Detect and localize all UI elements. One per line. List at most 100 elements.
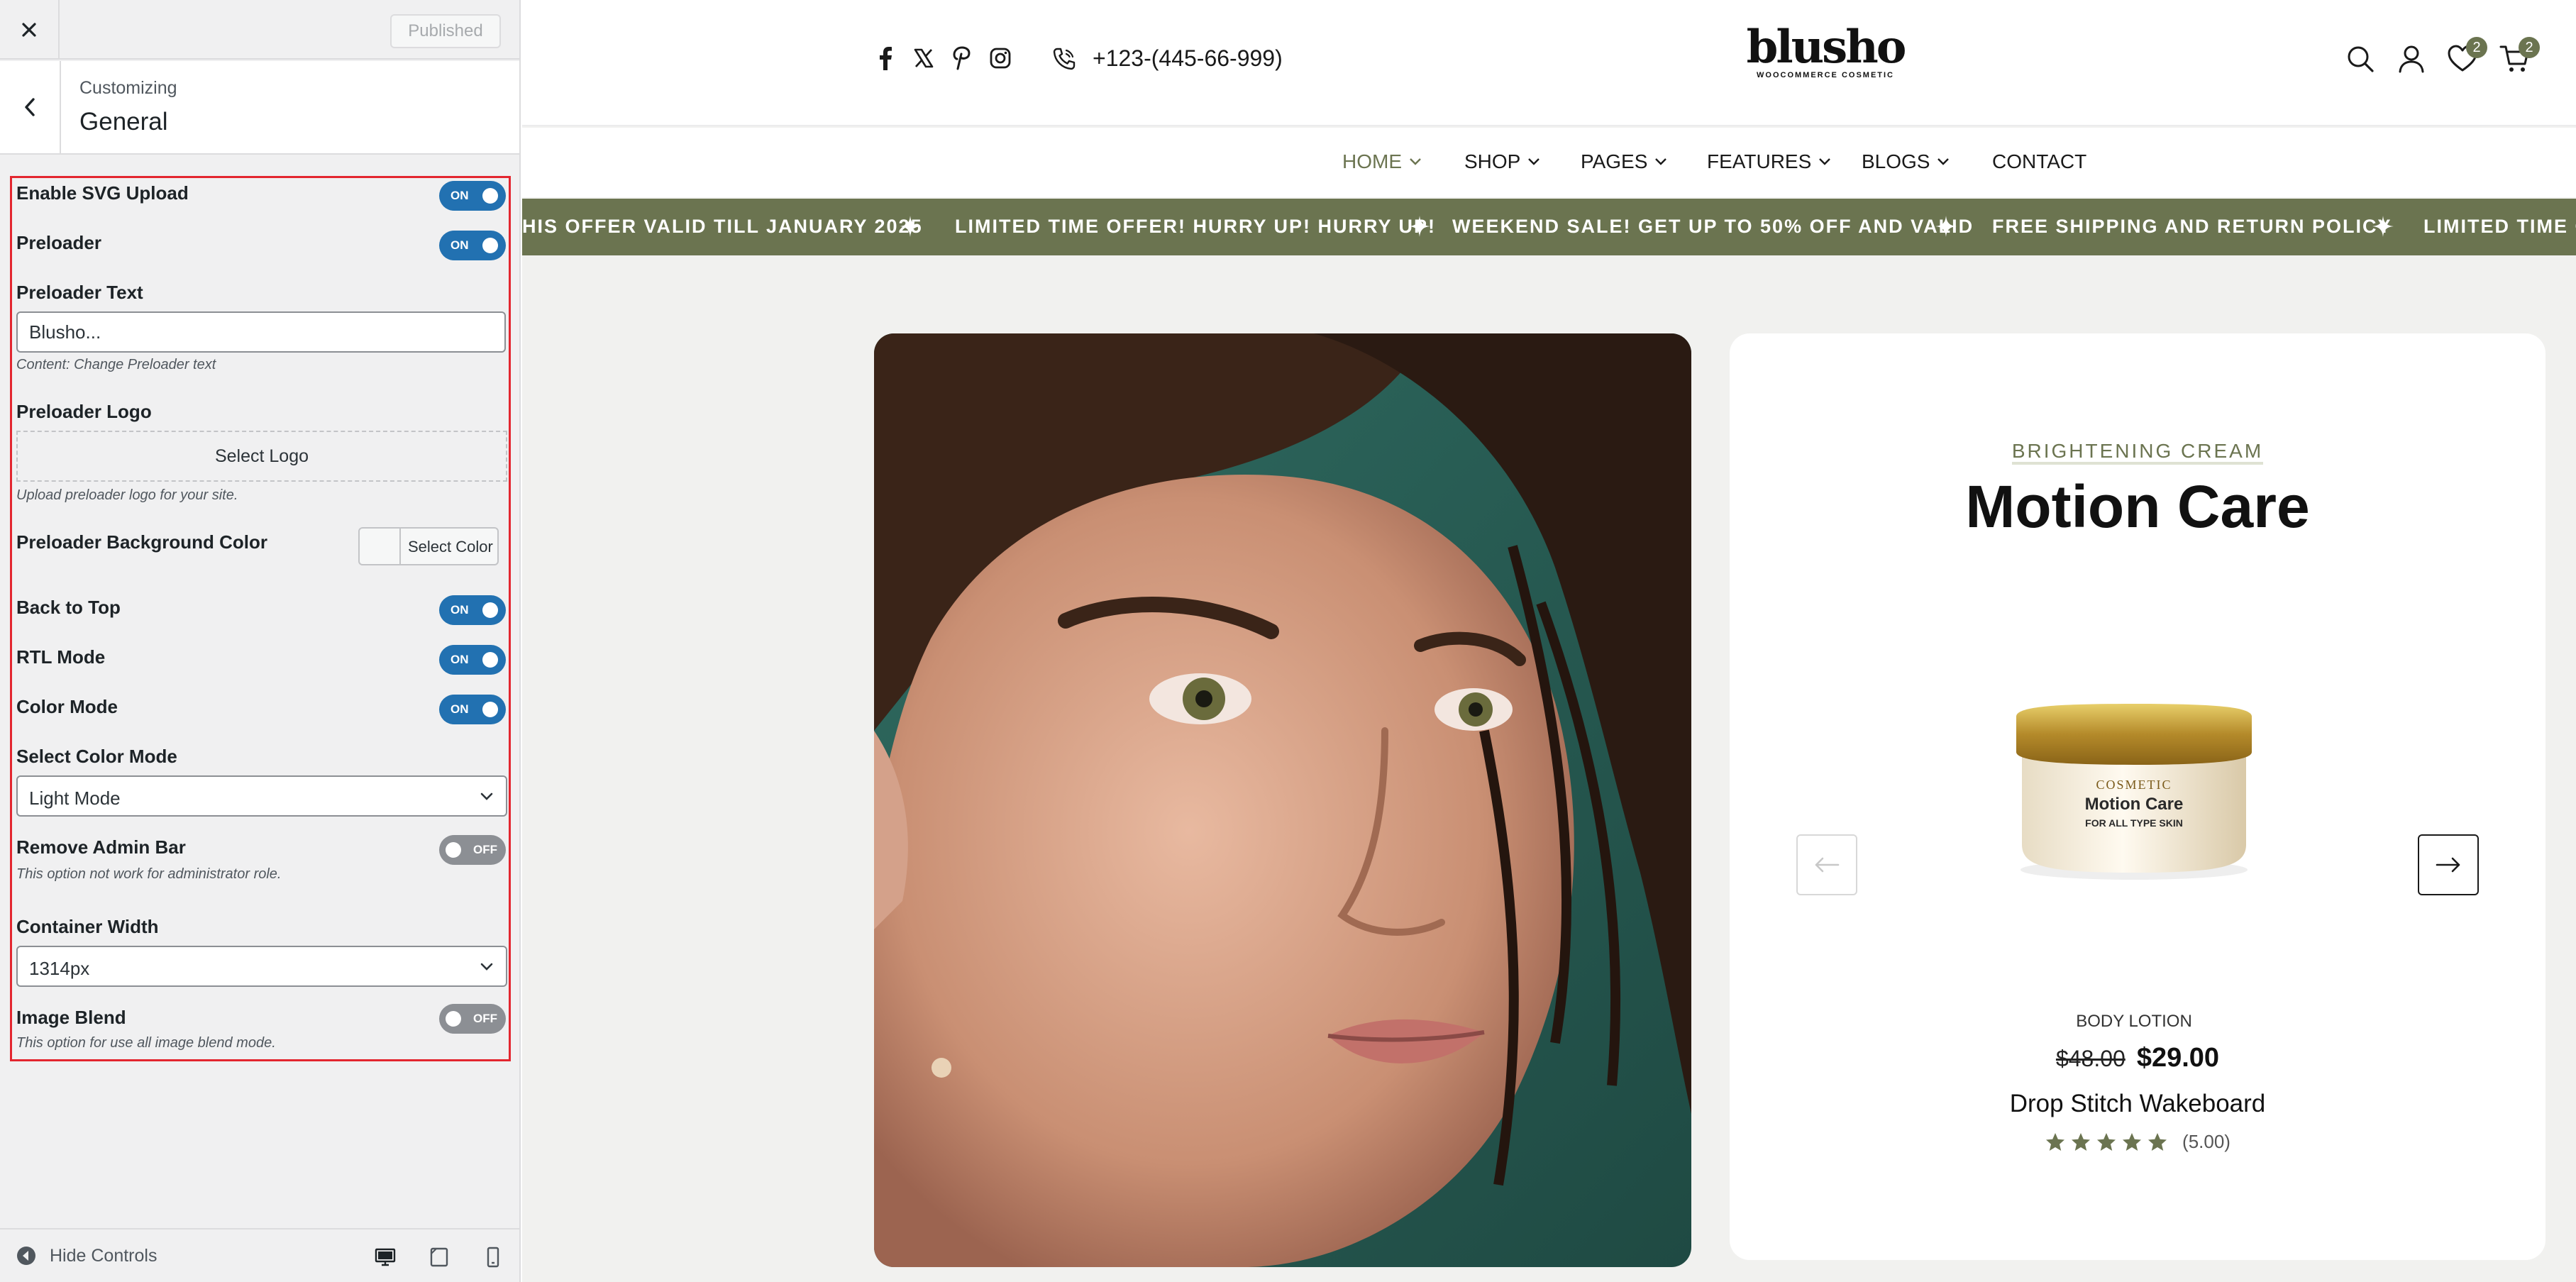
nav-home[interactable]: HOME: [1342, 150, 1422, 173]
toggle-knob: [482, 602, 498, 618]
site-logo[interactable]: blusho WOOCOMMERCE COSMETIC: [1745, 24, 1907, 80]
preloader-text-input[interactable]: [16, 311, 506, 353]
star-icon: [2072, 1132, 2091, 1151]
toggle-state: ON: [450, 189, 469, 202]
hide-controls-button[interactable]: Hide Controls: [16, 1245, 157, 1266]
star-icon: [2123, 1132, 2142, 1151]
chevron-down-icon: [1655, 158, 1667, 165]
old-price: $48.00: [2055, 1046, 2126, 1071]
eyebrow-text: BRIGHTENING CREAM: [2011, 440, 2264, 465]
x-icon: [914, 48, 934, 68]
image-blend-label: Image Blend: [16, 1007, 126, 1028]
product-category: BODY LOTION: [2076, 1012, 2192, 1031]
phone-icon: [1053, 48, 1076, 70]
wishlist-count-badge: 2: [2466, 37, 2487, 58]
preloader-text-description: Content: Change Preloader text: [16, 357, 216, 372]
product-name-link[interactable]: Drop Stitch Wakeboard: [1730, 1090, 2545, 1118]
tablet-preview-button[interactable]: [427, 1245, 451, 1269]
section-title-bar: Customizing General: [0, 61, 519, 155]
chevron-down-icon: [1937, 158, 1950, 165]
color-mode-select[interactable]: Light Mode: [16, 775, 507, 817]
toggle-state: ON: [450, 702, 469, 716]
select-color-mode-label: Select Color Mode: [16, 746, 177, 767]
preloader-bg-color-label: Preloader Background Color: [16, 531, 267, 553]
select-logo-button[interactable]: Select Logo: [16, 431, 507, 482]
user-icon: [2399, 45, 2424, 73]
product-image[interactable]: COSMETIC Motion Care FOR ALL TYPE SKIN: [2012, 702, 2256, 883]
toggle-state: ON: [450, 603, 469, 617]
color-mode-value: Light Mode: [29, 788, 121, 809]
nav-label: FEATURES: [1707, 150, 1812, 172]
tablet-icon: [430, 1247, 448, 1267]
pinterest-icon: [953, 46, 971, 70]
logo-tagline: WOOCOMMERCE COSMETIC: [1757, 71, 1894, 79]
customizer-header: Published: [0, 0, 519, 60]
remove-admin-bar-toggle[interactable]: OFF: [439, 835, 506, 865]
enable-svg-upload-label: Enable SVG Upload: [16, 182, 189, 204]
rtl-mode-toggle[interactable]: ON: [439, 645, 506, 675]
product-headline: Motion Care: [1965, 473, 2310, 540]
back-to-top-toggle[interactable]: ON: [439, 595, 506, 625]
nav-label: HOME: [1342, 150, 1402, 172]
nav-pages[interactable]: PAGES: [1581, 150, 1667, 173]
header-phone[interactable]: +123-(445-66-999): [1051, 45, 1283, 72]
published-button[interactable]: Published: [390, 14, 501, 48]
color-mode-toggle[interactable]: ON: [439, 695, 506, 724]
slider-next-button[interactable]: [2418, 834, 2479, 895]
back-to-top-label: Back to Top: [16, 597, 121, 618]
arrow-left-icon: [1815, 857, 1840, 873]
preloader-text-label: Preloader Text: [16, 282, 143, 303]
header-cart-button[interactable]: 2: [2499, 37, 2540, 75]
toggle-state: OFF: [473, 843, 497, 856]
instagram-link[interactable]: [988, 45, 1013, 71]
nav-features[interactable]: FEATURES: [1707, 150, 1831, 173]
image-blend-toggle[interactable]: OFF: [439, 1004, 506, 1034]
x-link[interactable]: [911, 45, 936, 71]
star-icon: [2046, 1132, 2065, 1151]
arrow-right-icon: [2436, 857, 2460, 873]
toggle-knob: [446, 842, 461, 858]
nav-shop[interactable]: SHOP: [1464, 150, 1540, 173]
close-customizer-button[interactable]: [0, 0, 60, 60]
promo-marquee: HIS OFFER VALID TILL JANUARY 2025 LIMITE…: [522, 199, 2576, 255]
customizer-footer: Hide Controls: [0, 1228, 519, 1282]
featured-product-card: BRIGHTENING CREAM Motion Care COSMETIC M…: [1730, 333, 2545, 1260]
back-button[interactable]: [0, 61, 61, 153]
facebook-link[interactable]: [873, 45, 898, 71]
marquee-text: LIMITED TIME OFFER! HURRY UP! HURRY UP!: [955, 216, 1436, 237]
marquee-text: FREE SHIPPING AND RETURN POLICY: [1992, 216, 2392, 237]
nav-contact[interactable]: CONTACT: [1992, 150, 2086, 173]
close-icon: [22, 23, 36, 37]
site-header: +123-(445-66-999) blusho WOOCOMMERCE COS…: [522, 0, 2576, 126]
select-color-button[interactable]: Select Color: [358, 527, 499, 565]
section-name: General: [79, 108, 168, 136]
marquee-text: HIS OFFER VALID TILL JANUARY 2025: [522, 216, 923, 237]
star-icon: [2097, 1132, 2116, 1151]
toggle-state: ON: [450, 653, 469, 666]
marquee-text: WEEKEND SALE! GET UP TO 50% OFF AND VALI…: [1452, 216, 1974, 237]
preloader-logo-description: Upload preloader logo for your site.: [16, 487, 238, 503]
star-icon: [2148, 1132, 2167, 1151]
toggle-knob: [482, 238, 498, 253]
enable-svg-upload-toggle[interactable]: ON: [439, 181, 506, 211]
mobile-preview-button[interactable]: [481, 1245, 505, 1269]
slider-prev-button[interactable]: [1796, 834, 1857, 895]
preloader-toggle[interactable]: ON: [439, 231, 506, 260]
collapse-icon: [17, 1247, 35, 1265]
customizer-sidebar: Published Customizing General Enable SVG…: [0, 0, 521, 1282]
toggle-knob: [446, 1011, 461, 1027]
product-price: $48.00 $29.00: [1730, 1043, 2545, 1073]
header-account-button[interactable]: [2395, 43, 2428, 75]
container-width-value: 1314px: [29, 958, 90, 979]
desktop-preview-button[interactable]: [373, 1245, 397, 1269]
header-wishlist-button[interactable]: 2: [2446, 37, 2487, 75]
pinterest-link[interactable]: [949, 45, 975, 71]
rtl-mode-label: RTL Mode: [16, 646, 106, 668]
header-search-button[interactable]: [2344, 43, 2377, 75]
container-width-select[interactable]: 1314px: [16, 946, 507, 987]
nav-blogs[interactable]: BLOGS: [1862, 150, 1950, 173]
jar-label-line1: COSMETIC: [2096, 778, 2172, 792]
sparkle-icon: [1935, 216, 1957, 237]
toggle-knob: [482, 702, 498, 717]
sparkle-icon: [1409, 216, 1430, 237]
